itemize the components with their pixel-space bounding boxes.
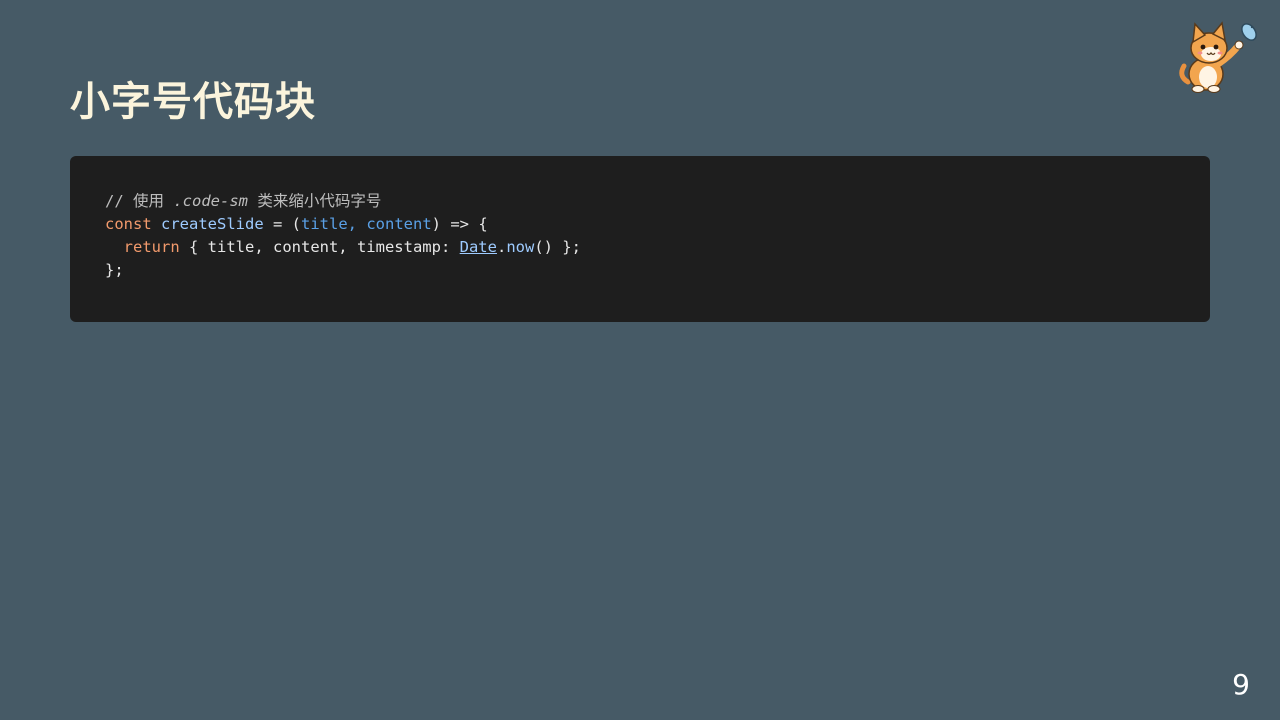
slide-title: 小字号代码块 bbox=[70, 79, 316, 125]
code-block: // 使用 .code-sm 类来缩小代码字号 const createSlide… bbox=[70, 156, 1210, 322]
code-line: // 使用 .code-sm 类来缩小代码字号 bbox=[105, 190, 1175, 213]
code-token-plain: . bbox=[496, 238, 507, 256]
code-token-plain: }; bbox=[105, 261, 124, 279]
code-line: }; bbox=[105, 259, 1175, 282]
code-token-comment: 类来缩小代码字号 bbox=[247, 192, 382, 210]
code-token-keyword: const bbox=[105, 215, 152, 233]
code-token-plain: () }; bbox=[534, 238, 581, 256]
code-token-plain: = ( bbox=[263, 215, 301, 233]
code-token-method: now bbox=[506, 238, 535, 256]
code-token-keyword: return bbox=[123, 238, 180, 256]
code-token-fn: createSlide bbox=[161, 215, 264, 233]
code-token-comment-em: .code-sm bbox=[173, 192, 248, 210]
code-token-plain: { title, content, timestamp: bbox=[179, 238, 460, 256]
code-token-class: Date bbox=[459, 238, 497, 256]
page-number: 9 bbox=[1232, 668, 1250, 701]
code-line: const createSlide = (title, content) => … bbox=[105, 213, 1175, 236]
cat-holding-fish-icon bbox=[1176, 18, 1262, 94]
code-line: return { title, content, timestamp: Date… bbox=[105, 236, 1175, 259]
code-token-param: title, content bbox=[301, 215, 432, 233]
code-token-comment: // 使用 bbox=[105, 192, 174, 210]
code-token-plain: ) => { bbox=[431, 215, 488, 233]
